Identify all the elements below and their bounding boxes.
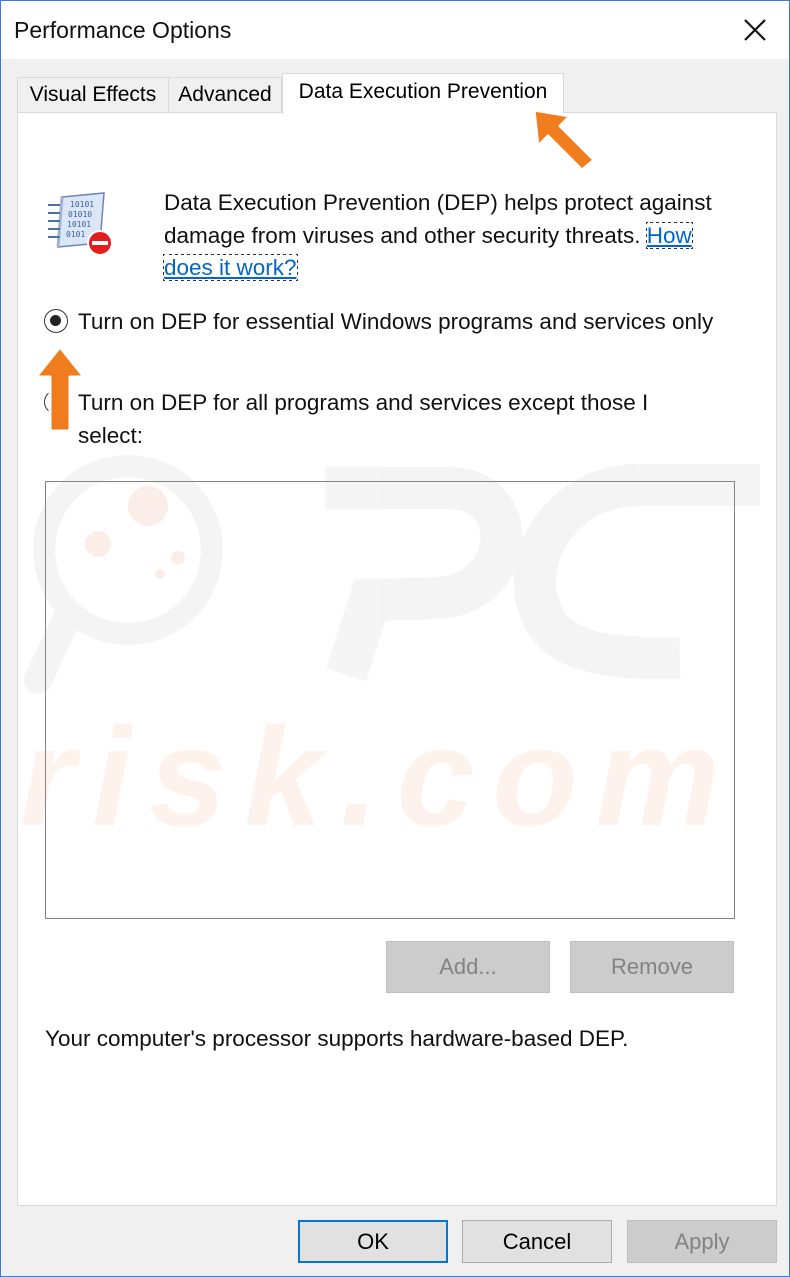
tab-bar: Visual Effects Advanced Data Execution P… [17, 73, 777, 115]
svg-text:10101: 10101 [70, 200, 94, 209]
apply-button[interactable]: Apply [627, 1220, 777, 1263]
window-title: Performance Options [14, 17, 232, 43]
close-button[interactable] [721, 1, 789, 59]
exception-programs-list[interactable] [45, 481, 735, 919]
no-entry-icon [87, 230, 113, 256]
ok-button[interactable]: OK [298, 1220, 448, 1263]
svg-text:0101: 0101 [66, 230, 85, 239]
svg-text:01010: 01010 [68, 210, 92, 219]
close-icon [744, 19, 766, 41]
remove-button[interactable]: Remove [570, 941, 734, 993]
radio-essential[interactable] [44, 309, 68, 333]
performance-options-window: Performance Options Visual Effects Advan… [0, 0, 790, 1277]
dep-description-text: Data Execution Prevention (DEP) helps pr… [164, 190, 712, 248]
add-button[interactable]: Add... [386, 941, 550, 993]
tab-data-execution-prevention[interactable]: Data Execution Prevention [282, 73, 564, 115]
radio-essential-label: Turn on DEP for essential Windows progra… [78, 309, 714, 334]
dep-panel: 10101 01010 10101 0101 Data Execution Pr… [17, 112, 777, 1206]
svg-text:10101: 10101 [67, 220, 91, 229]
cancel-button[interactable]: Cancel [462, 1220, 612, 1263]
dep-description: Data Execution Prevention (DEP) helps pr… [163, 187, 724, 285]
tab-advanced[interactable]: Advanced [168, 77, 282, 112]
dep-binary-icon: 10101 01010 10101 0101 [46, 191, 114, 259]
title-bar: Performance Options [1, 1, 789, 59]
tab-visual-effects[interactable]: Visual Effects [17, 77, 169, 112]
radio-all-programs[interactable] [44, 390, 68, 414]
radio-all-programs-label: Turn on DEP for all programs and service… [78, 390, 649, 448]
hardware-support-text: Your computer's processor supports hardw… [45, 1026, 629, 1051]
